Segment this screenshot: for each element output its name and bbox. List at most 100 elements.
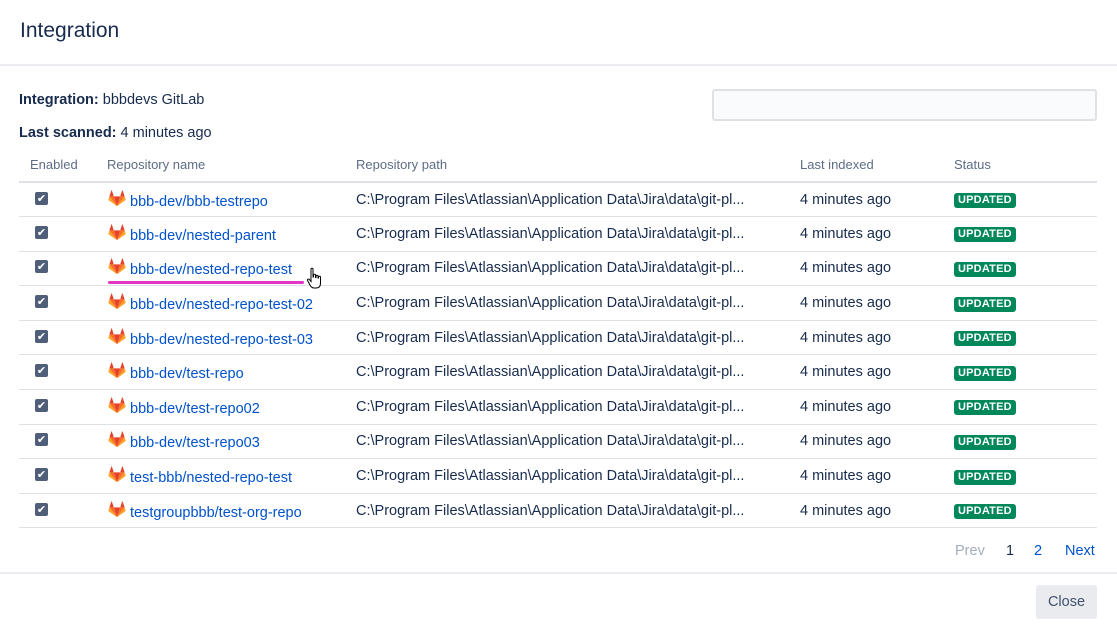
repository-link[interactable]: testgroupbbb/test-org-repo bbox=[130, 505, 302, 521]
enabled-checkbox[interactable]: ✔ bbox=[35, 329, 48, 343]
enabled-cell: ✔ bbox=[19, 216, 96, 252]
enabled-cell: ✔ bbox=[19, 182, 96, 218]
repository-link[interactable]: bbb-dev/nested-repo-test-02 bbox=[130, 297, 313, 313]
status-badge: UPDATED bbox=[954, 193, 1016, 209]
table-row: ✔ testgroupbbb/test-org-repo C:\Program Fi… bbox=[19, 493, 1097, 529]
table-row: ✔ bbb-dev/test-repo03 C:\Program Files\Atl… bbox=[19, 424, 1097, 460]
repository-path-cell: C:\Program Files\Atlassian\Application D… bbox=[345, 424, 789, 460]
enabled-cell: ✔ bbox=[19, 320, 96, 356]
status-cell: UPDATED bbox=[943, 216, 1097, 252]
repository-path-cell: C:\Program Files\Atlassian\Application D… bbox=[345, 354, 789, 391]
status-badge: UPDATED bbox=[954, 261, 1016, 277]
repository-path-cell: C:\Program Files\Atlassian\Application D… bbox=[345, 251, 789, 287]
hand-pointer-cursor-icon bbox=[306, 267, 321, 289]
last-scanned-info: Last scanned: 4 minutes ago bbox=[19, 125, 212, 141]
close-button[interactable]: Close bbox=[1036, 585, 1097, 619]
repository-link[interactable]: bbb-dev/nested-repo-test-03 bbox=[130, 332, 313, 348]
status-cell: UPDATED bbox=[943, 493, 1097, 529]
repository-path-cell: C:\Program Files\Atlassian\Application D… bbox=[345, 389, 789, 425]
enabled-checkbox[interactable]: ✔ bbox=[35, 364, 48, 378]
integration-info: Integration: bbbdevs GitLab bbox=[19, 92, 204, 108]
repository-path-cell: C:\Program Files\Atlassian\Application D… bbox=[345, 285, 789, 321]
repository-name-cell: bbb-dev/test-repo02 bbox=[96, 389, 345, 425]
repository-link[interactable]: bbb-dev/test-repo bbox=[130, 366, 244, 382]
status-cell: UPDATED bbox=[943, 424, 1097, 460]
last-scanned-label: Last scanned: bbox=[19, 125, 117, 141]
status-cell: UPDATED bbox=[943, 458, 1097, 494]
enabled-checkbox[interactable]: ✔ bbox=[35, 295, 48, 309]
column-header-status[interactable]: Status bbox=[943, 148, 1097, 183]
repository-path-cell: C:\Program Files\Atlassian\Application D… bbox=[345, 493, 789, 529]
enabled-checkbox[interactable]: ✔ bbox=[35, 225, 48, 239]
status-badge: UPDATED bbox=[954, 469, 1016, 485]
dialog-footer bbox=[0, 572, 1117, 629]
last-indexed-cell: 4 minutes ago bbox=[789, 424, 943, 460]
repository-path-cell: C:\Program Files\Atlassian\Application D… bbox=[345, 320, 789, 356]
enabled-cell: ✔ bbox=[19, 424, 96, 460]
repository-table: Enabled Repository name Repository path … bbox=[19, 148, 1097, 529]
gitlab-icon bbox=[108, 224, 126, 241]
enabled-cell: ✔ bbox=[19, 458, 96, 494]
last-indexed-cell: 4 minutes ago bbox=[789, 493, 943, 529]
repository-name-cell: bbb-dev/nested-parent bbox=[96, 216, 345, 252]
repository-path-cell: C:\Program Files\Atlassian\Application D… bbox=[345, 458, 789, 494]
repository-rows: ✔ bbb-dev/bbb-testrepo C:\Program Files\At… bbox=[19, 182, 1097, 529]
repository-link[interactable]: test-bbb/nested-repo-test bbox=[130, 470, 292, 486]
repository-link[interactable]: bbb-dev/nested-parent bbox=[130, 228, 276, 244]
column-header-enabled[interactable]: Enabled bbox=[19, 148, 96, 183]
repository-link[interactable]: bbb-dev/nested-repo-test bbox=[130, 262, 292, 278]
gitlab-icon bbox=[108, 362, 126, 379]
table-row: ✔ bbb-dev/nested-repo-test-02 C:\Program F… bbox=[19, 285, 1097, 321]
status-cell: UPDATED bbox=[943, 251, 1097, 287]
hover-underline bbox=[108, 281, 304, 284]
status-cell: UPDATED bbox=[943, 285, 1097, 321]
gitlab-icon bbox=[108, 189, 126, 206]
pagination-page-2[interactable]: 2 bbox=[1034, 543, 1042, 559]
last-scanned-value: 4 minutes ago bbox=[120, 125, 212, 141]
integration-value: bbbdevs GitLab bbox=[102, 92, 205, 108]
enabled-cell: ✔ bbox=[19, 251, 96, 287]
gitlab-icon bbox=[108, 466, 126, 483]
dialog-title: Integration bbox=[20, 19, 120, 42]
column-header-repository-name[interactable]: Repository name bbox=[96, 148, 345, 183]
enabled-checkbox[interactable]: ✔ bbox=[35, 502, 48, 516]
column-header-repository-path[interactable]: Repository path bbox=[345, 148, 789, 183]
table-row: ✔ bbb-dev/bbb-testrepo C:\Program Files\At… bbox=[19, 182, 1097, 218]
enabled-checkbox[interactable]: ✔ bbox=[35, 191, 48, 205]
enabled-cell: ✔ bbox=[19, 354, 96, 391]
pagination-prev: Prev bbox=[955, 543, 985, 559]
last-indexed-cell: 4 minutes ago bbox=[789, 320, 943, 356]
repository-path-cell: C:\Program Files\Atlassian\Application D… bbox=[345, 182, 789, 218]
enabled-checkbox[interactable]: ✔ bbox=[35, 398, 48, 412]
dialog-header: Integration bbox=[0, 0, 1117, 66]
repository-link[interactable]: bbb-dev/bbb-testrepo bbox=[130, 194, 268, 210]
gitlab-icon bbox=[108, 431, 126, 448]
gitlab-icon bbox=[108, 397, 126, 414]
status-badge: UPDATED bbox=[954, 365, 1016, 381]
repository-link[interactable]: bbb-dev/test-repo02 bbox=[130, 401, 260, 417]
integration-label: Integration: bbox=[19, 92, 99, 108]
table-row: ✔ bbb-dev/nested-parent C:\Program Files\A… bbox=[19, 216, 1097, 252]
pagination-page-1[interactable]: 1 bbox=[1006, 543, 1014, 559]
status-cell: UPDATED bbox=[943, 389, 1097, 425]
status-badge: UPDATED bbox=[954, 227, 1016, 243]
enabled-cell: ✔ bbox=[19, 493, 96, 529]
repository-name-cell: bbb-dev/test-repo03 bbox=[96, 424, 345, 460]
repository-name-cell: bbb-dev/bbb-testrepo bbox=[96, 182, 345, 218]
enabled-checkbox[interactable]: ✔ bbox=[35, 260, 48, 274]
status-cell: UPDATED bbox=[943, 354, 1097, 391]
table-row: ✔ bbb-dev/test-repo C:\Program Files\Atlas… bbox=[19, 354, 1097, 391]
enabled-checkbox[interactable]: ✔ bbox=[35, 433, 48, 447]
status-cell: UPDATED bbox=[943, 182, 1097, 218]
last-indexed-cell: 4 minutes ago bbox=[789, 182, 943, 218]
gitlab-icon bbox=[108, 501, 126, 517]
gitlab-icon bbox=[108, 258, 126, 275]
pagination-next[interactable]: Next bbox=[1065, 543, 1095, 559]
column-header-last-indexed[interactable]: Last indexed bbox=[789, 148, 943, 183]
table-row: ✔ bbb-dev/test-repo02 C:\Program Files\Atl… bbox=[19, 389, 1097, 425]
repository-link[interactable]: bbb-dev/test-repo03 bbox=[130, 435, 260, 451]
table-header-row: Enabled Repository name Repository path … bbox=[19, 148, 1097, 183]
search-input[interactable] bbox=[712, 89, 1097, 121]
enabled-checkbox[interactable]: ✔ bbox=[35, 468, 48, 482]
repository-name-cell: testgroupbbb/test-org-repo bbox=[96, 493, 345, 529]
